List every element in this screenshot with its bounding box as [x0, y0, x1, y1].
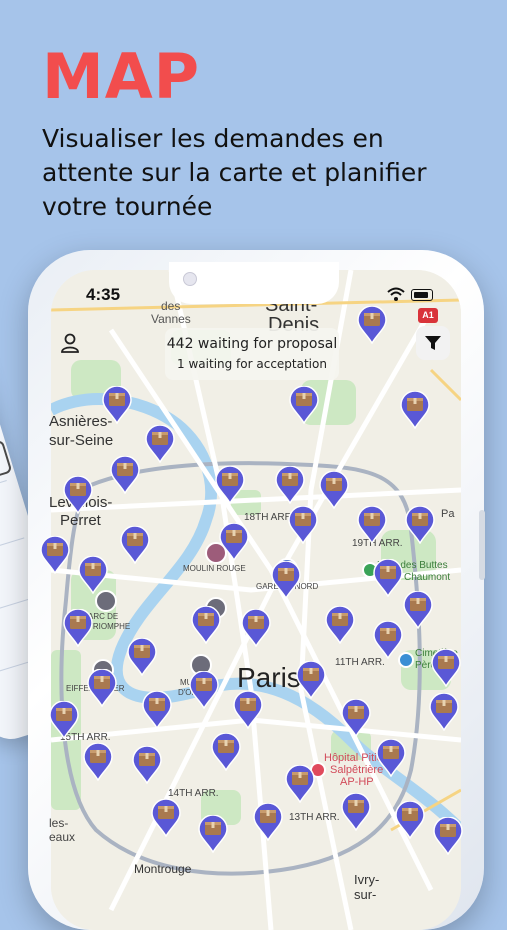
package-pin-icon[interactable]	[78, 555, 108, 595]
package-pin-icon[interactable]	[373, 558, 403, 598]
package-pin-icon[interactable]	[110, 455, 140, 495]
map-label-issy: eaux	[49, 830, 76, 844]
package-pin-icon[interactable]	[341, 792, 371, 832]
package-pin-icon[interactable]	[433, 816, 463, 856]
map-label-buttes-chaumont: Chaumont	[404, 572, 451, 583]
package-pin-icon[interactable]	[373, 620, 403, 660]
package-pin-icon[interactable]	[40, 535, 70, 575]
package-pin-icon[interactable]	[189, 670, 219, 710]
package-pin-icon[interactable]	[198, 814, 228, 854]
package-pin-icon[interactable]	[63, 475, 93, 515]
package-pin-icon[interactable]	[357, 505, 387, 545]
package-pin-icon[interactable]	[431, 648, 461, 688]
status-summary[interactable]: 442 waiting for proposal 1 waiting for a…	[165, 328, 339, 380]
package-pin-icon[interactable]	[325, 605, 355, 645]
package-pin-icon[interactable]	[142, 690, 172, 730]
status-time: 4:35	[86, 285, 121, 304]
map-label-montrouge: Montrouge	[134, 862, 192, 876]
map-label: Vannes	[151, 312, 191, 326]
subtitle-line: votre tournée	[42, 192, 213, 221]
package-pin-icon[interactable]	[120, 525, 150, 565]
package-pin-icon[interactable]	[253, 802, 283, 842]
subtitle: Visualiser les demandes en attente sur l…	[42, 122, 482, 224]
map-label: des	[161, 299, 180, 313]
user-icon[interactable]	[58, 331, 82, 355]
package-pin-icon[interactable]	[395, 800, 425, 840]
package-pin-icon[interactable]	[211, 732, 241, 772]
package-pin-icon[interactable]	[102, 385, 132, 425]
package-pin-icon[interactable]	[376, 738, 406, 778]
filter-button[interactable]	[416, 326, 450, 360]
map-label-ivry: Ivry-	[354, 872, 380, 887]
map-label-levallois: Perret	[60, 512, 101, 529]
package-pin-icon[interactable]	[288, 505, 318, 545]
package-pin-icon[interactable]	[145, 424, 175, 464]
package-pin-icon[interactable]	[127, 637, 157, 677]
package-pin-icon[interactable]	[285, 764, 315, 804]
map-label-arrondissement: 18TH ARR.	[244, 512, 295, 523]
package-pin-icon[interactable]	[429, 692, 459, 732]
map-label-asnieres: sur-Seine	[49, 432, 114, 449]
subtitle-line: Visualiser les demandes en	[42, 124, 384, 153]
package-pin-icon[interactable]	[319, 470, 349, 510]
package-pin-icon[interactable]	[233, 690, 263, 730]
subtitle-line: attente sur la carte et planifier	[42, 158, 427, 187]
package-pin-icon[interactable]	[296, 660, 326, 700]
package-pin-icon[interactable]	[289, 385, 319, 425]
package-pin-icon[interactable]	[341, 698, 371, 738]
package-pin-icon[interactable]	[405, 505, 435, 545]
map-label-hopital: Hôpital Pitié	[324, 752, 383, 764]
package-pin-icon[interactable]	[151, 798, 181, 838]
map-label-paris: Paris	[237, 662, 301, 693]
map-label-arc-de-triomphe: TRIOMPHE	[88, 622, 131, 631]
phone-side-button	[479, 510, 485, 580]
battery-icon	[411, 289, 433, 301]
package-pin-icon[interactable]	[275, 465, 305, 505]
map-label-hopital: AP-HP	[340, 776, 374, 788]
filter-icon	[425, 336, 441, 350]
map-label-issy: les-	[49, 816, 69, 830]
wifi-icon	[387, 287, 405, 301]
package-pin-icon[interactable]	[49, 700, 79, 740]
package-pin-icon[interactable]	[271, 560, 301, 600]
waiting-proposal-count: 442 waiting for proposal	[166, 336, 338, 352]
package-pin-icon[interactable]	[357, 305, 387, 345]
phone-notch	[169, 262, 339, 304]
camera-icon	[183, 272, 197, 286]
background-phone-tag	[0, 439, 13, 481]
package-pin-icon[interactable]	[87, 668, 117, 708]
map-label-arrondissement: 13TH ARR.	[289, 812, 340, 823]
metro-badge: A1	[418, 308, 438, 323]
package-pin-icon[interactable]	[83, 742, 113, 782]
map-label-pa: Pa	[441, 508, 455, 520]
headline: MAP	[42, 40, 201, 113]
map-label-moulin-rouge: MOULIN ROUGE	[183, 564, 246, 573]
package-pin-icon[interactable]	[403, 590, 433, 630]
waiting-acceptation-count: 1 waiting for acceptation	[177, 357, 327, 371]
package-pin-icon[interactable]	[241, 608, 271, 648]
package-pin-icon[interactable]	[191, 605, 221, 645]
map-label-arrondissement: 14TH ARR.	[168, 788, 219, 799]
package-pin-icon[interactable]	[132, 745, 162, 785]
package-pin-icon[interactable]	[219, 522, 249, 562]
package-pin-icon[interactable]	[215, 465, 245, 505]
package-pin-icon[interactable]	[400, 390, 430, 430]
status-icons	[387, 286, 437, 302]
package-pin-icon[interactable]	[63, 608, 93, 648]
